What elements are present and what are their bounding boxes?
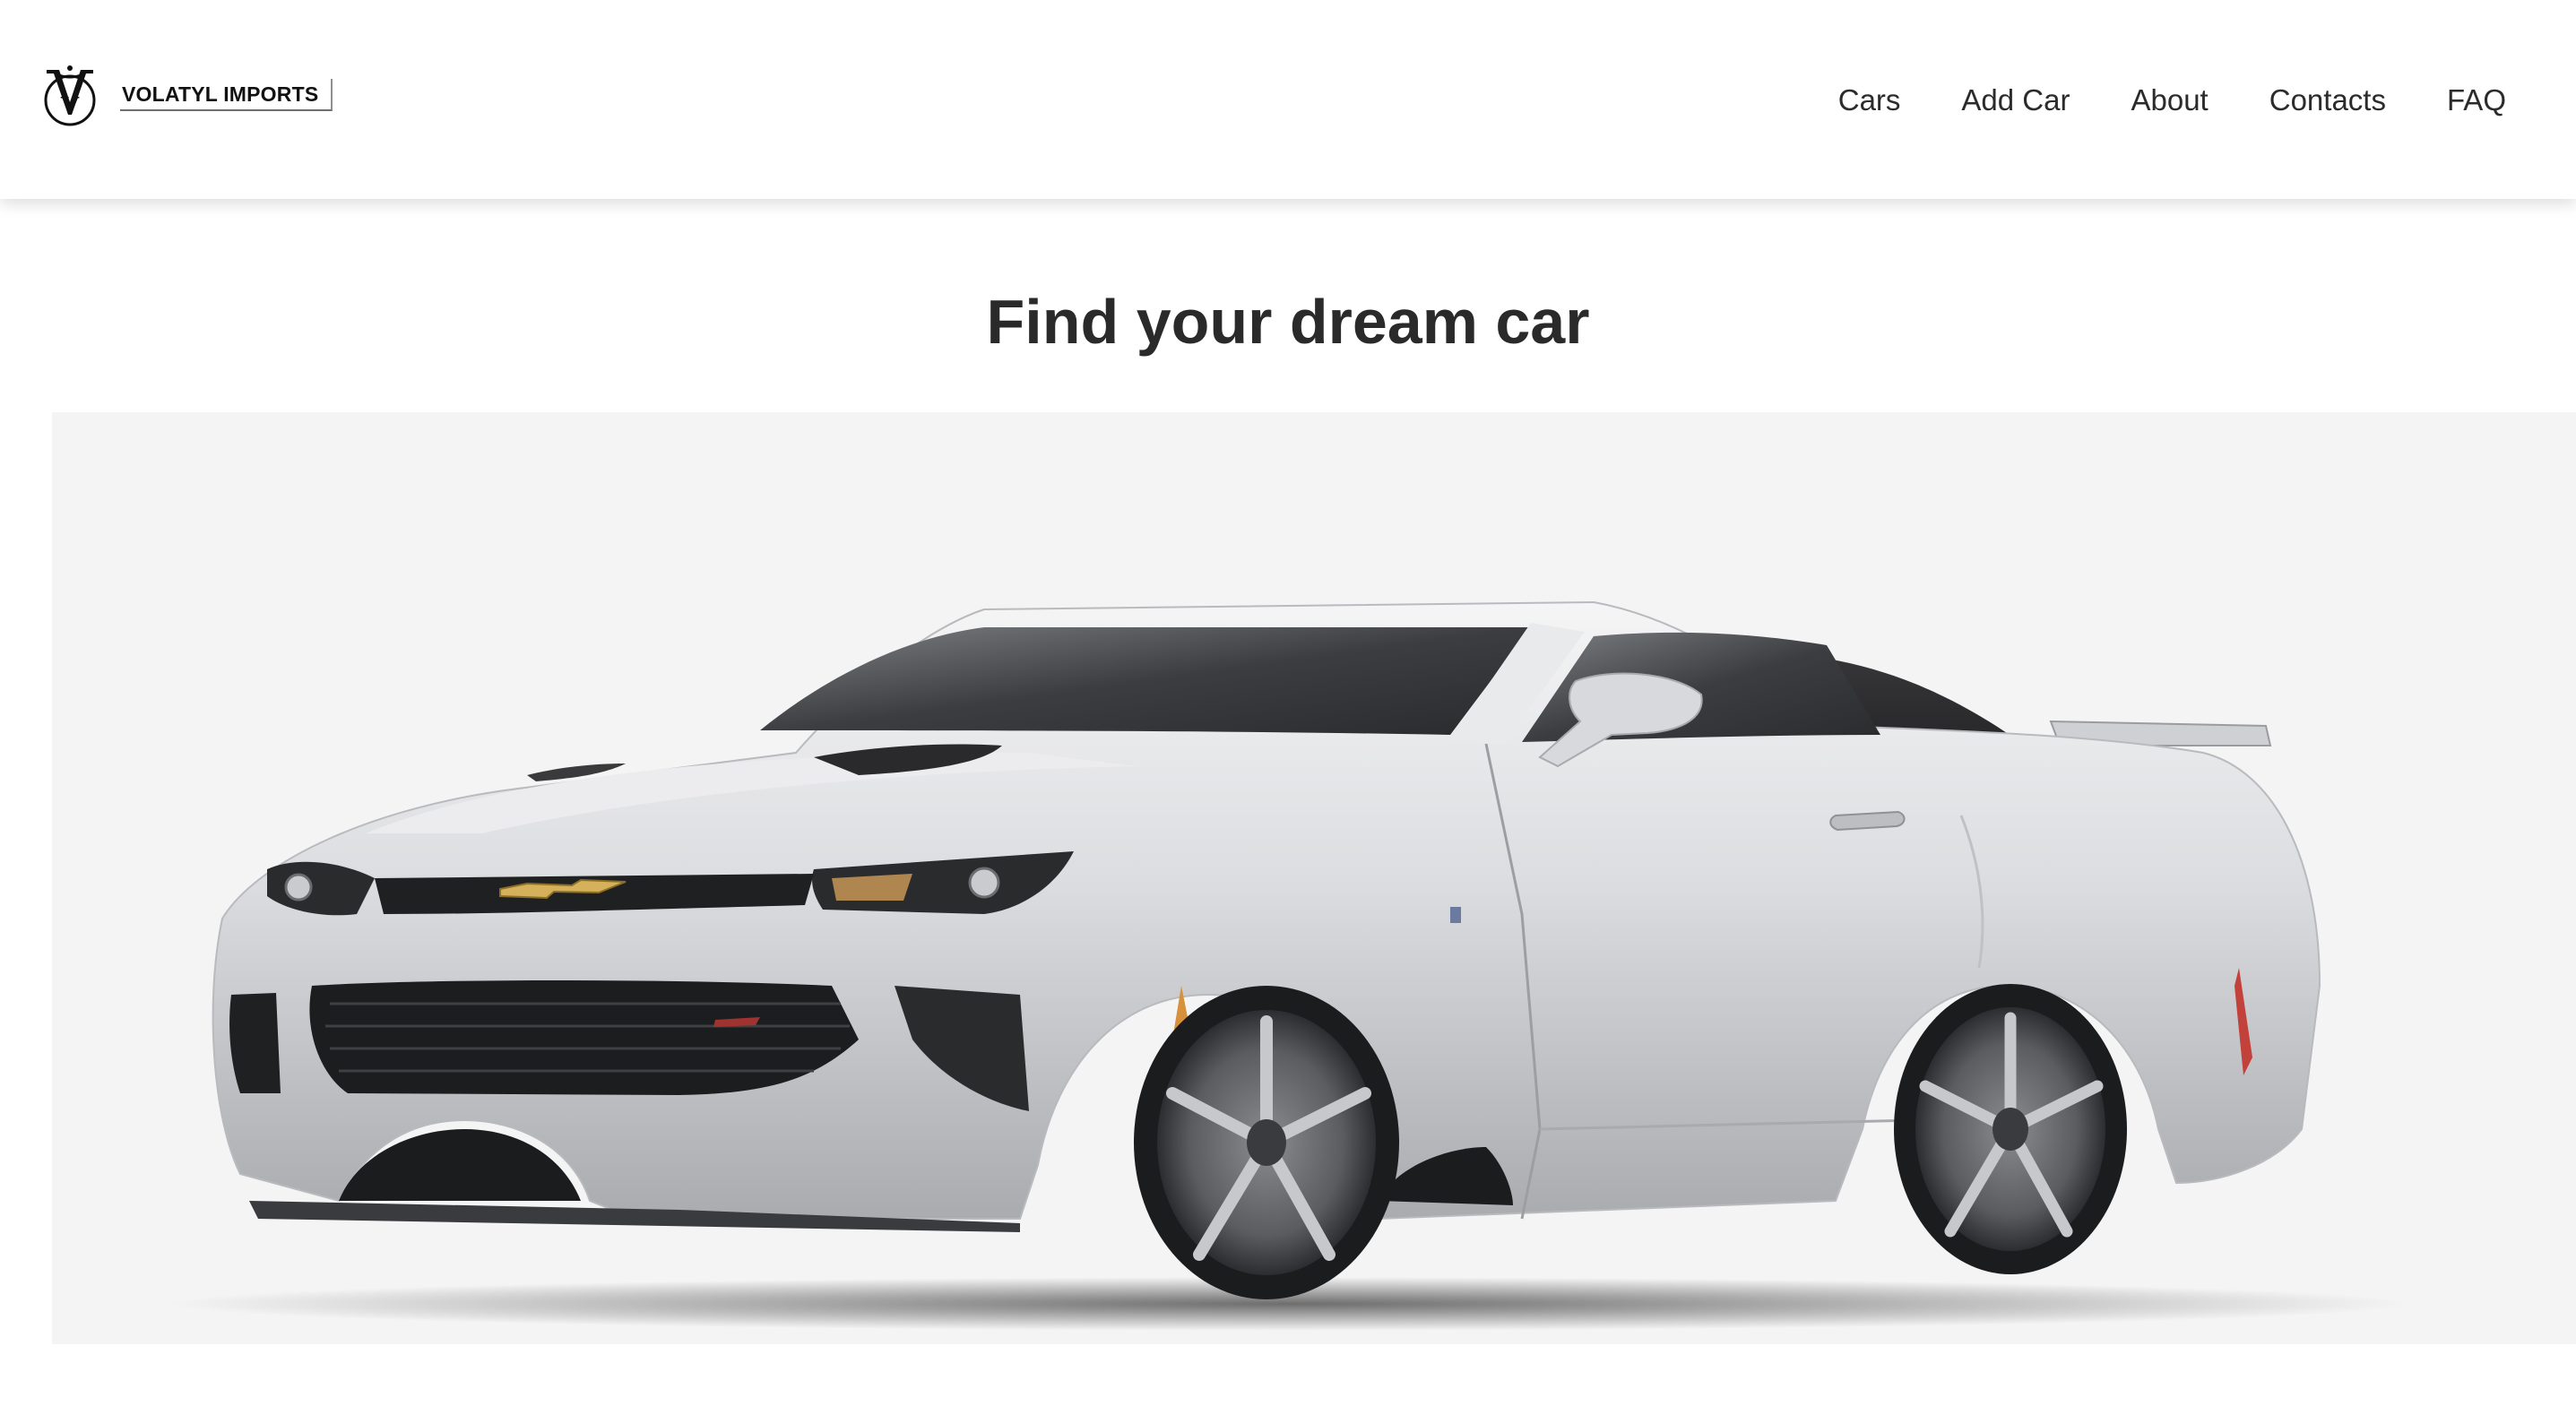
brand-name: VOLATYL IMPORTS — [120, 79, 333, 111]
door-handle — [1829, 810, 1906, 832]
side-marker — [1450, 907, 1461, 923]
lower-grille — [309, 980, 860, 1095]
nav-link-contacts[interactable]: Contacts — [2269, 79, 2386, 122]
headlight-amber — [832, 874, 912, 901]
headlight-right-lens — [968, 867, 1000, 899]
brand-logo-link[interactable]: V VOLATYL IMPORTS — [38, 63, 333, 127]
main-nav: Cars Add Car About Contacts FAQ — [1838, 79, 2506, 122]
v-crest-logo-icon: V — [44, 65, 96, 126]
hero-banner — [52, 412, 2576, 1344]
nav-link-add-car[interactable]: Add Car — [1961, 79, 2070, 122]
nav-link-cars[interactable]: Cars — [1838, 79, 1901, 122]
headlight-left-lens — [284, 873, 313, 902]
nav-link-faq[interactable]: FAQ — [2447, 79, 2506, 122]
site-header: V VOLATYL IMPORTS Cars Add Car About Con… — [0, 0, 2576, 199]
windshield — [760, 627, 1531, 735]
rear-hub — [1993, 1108, 2028, 1151]
car-photo — [169, 600, 2409, 1331]
left-intake — [229, 993, 281, 1093]
logo-letter: V — [60, 93, 80, 120]
nav-link-about[interactable]: About — [2131, 79, 2208, 122]
front-hub — [1247, 1119, 1286, 1166]
page-title: Find your dream car — [986, 287, 1590, 357]
